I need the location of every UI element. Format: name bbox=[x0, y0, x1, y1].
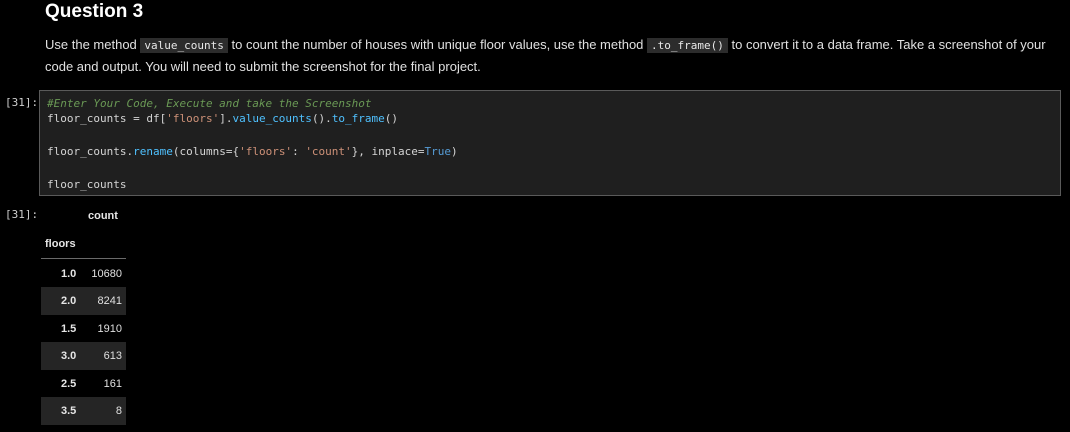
code-line-2: floor_counts = df['floors'].value_counts… bbox=[47, 112, 399, 125]
question-title: Question 3 bbox=[45, 1, 144, 22]
output-prompt: [31]: bbox=[5, 208, 39, 221]
row-index: 2.0 bbox=[61, 295, 77, 307]
inline-code-to-frame: .to_frame() bbox=[647, 38, 728, 53]
code-line-comment: #Enter Your Code, Execute and take the S… bbox=[47, 97, 372, 110]
description-text: Use the method bbox=[45, 37, 141, 52]
column-header-count: count bbox=[88, 210, 118, 222]
row-index: 1.5 bbox=[61, 323, 77, 335]
description-text: to count the number of houses with uniqu… bbox=[227, 37, 648, 52]
table-row: 1.0 10680 bbox=[41, 260, 126, 288]
row-index: 2.5 bbox=[61, 378, 77, 390]
row-index: 3.0 bbox=[61, 350, 77, 362]
index-name-floors: floors bbox=[45, 238, 76, 250]
code-line-3: floor_counts.rename(columns={'floors': '… bbox=[47, 145, 458, 158]
code-line-4: floor_counts bbox=[47, 178, 127, 191]
question-description: Use the method value_counts to count the… bbox=[45, 34, 1055, 77]
table-row: 1.5 1910 bbox=[41, 315, 126, 343]
code-cell-editor[interactable]: #Enter Your Code, Execute and take the S… bbox=[39, 90, 1061, 196]
row-index: 1.0 bbox=[61, 268, 77, 280]
table-row: 2.5 161 bbox=[41, 370, 126, 398]
inline-code-value-counts: value_counts bbox=[140, 38, 228, 53]
row-value: 8241 bbox=[97, 295, 122, 307]
table-row: 3.0 613 bbox=[41, 342, 126, 370]
table-row: 2.0 8241 bbox=[41, 287, 126, 315]
table-row: 3.5 8 bbox=[41, 397, 126, 425]
row-value: 613 bbox=[103, 350, 122, 362]
row-value: 1910 bbox=[97, 323, 122, 335]
row-index: 3.5 bbox=[61, 405, 77, 417]
input-prompt: [31]: bbox=[5, 96, 39, 109]
header-divider bbox=[41, 258, 126, 259]
row-value: 161 bbox=[103, 378, 122, 390]
row-value: 10680 bbox=[91, 268, 122, 280]
row-value: 8 bbox=[115, 405, 122, 417]
